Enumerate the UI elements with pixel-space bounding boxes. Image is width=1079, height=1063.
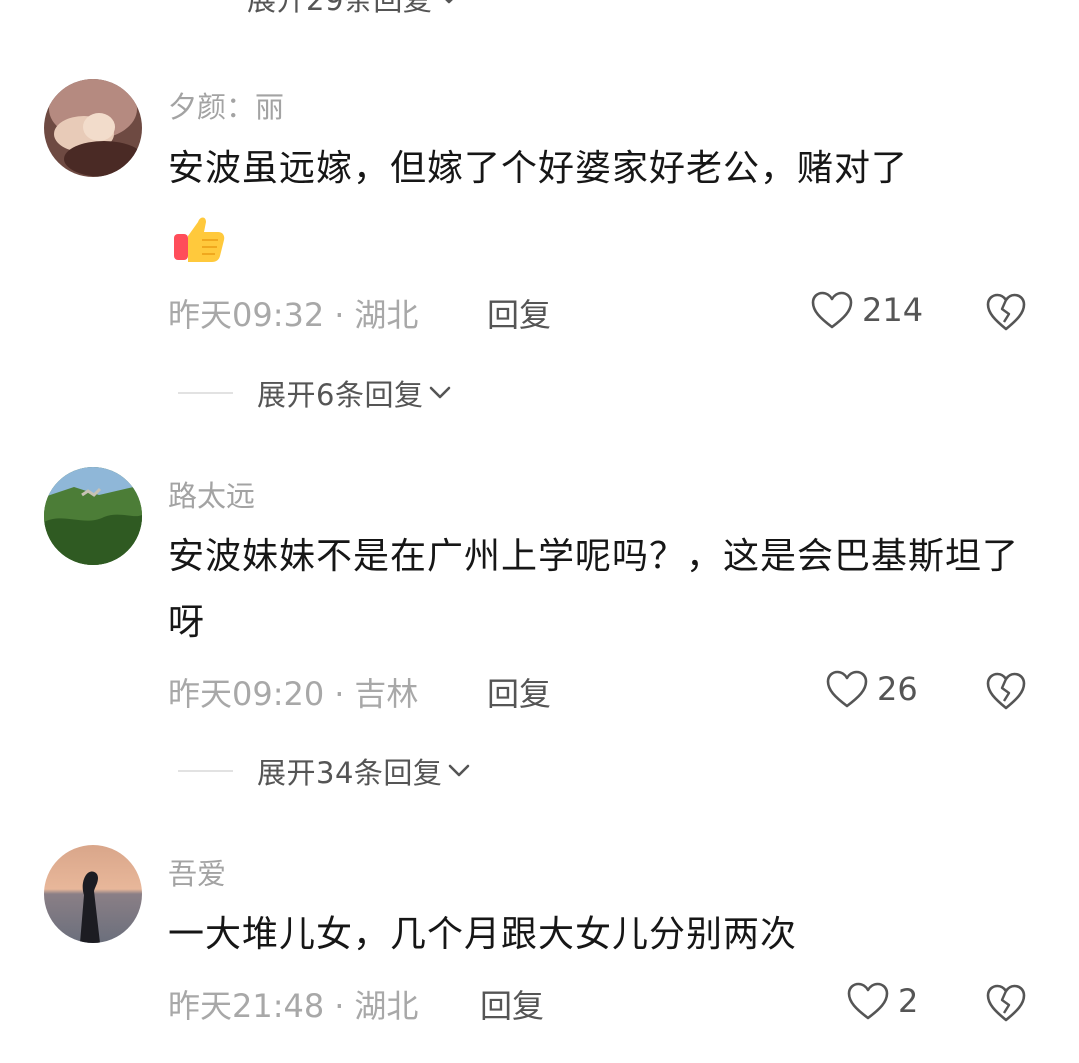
comment-username[interactable]: 夕颜：丽 [168, 84, 284, 126]
comment-meta: 昨天21:48 · 湖北 [168, 981, 418, 1027]
expand-replies-label: 展开34条回复 [257, 756, 443, 790]
comment-location: 湖北 [354, 987, 419, 1025]
comment-text: 安波妹妹不是在广州上学呢吗？，这是会巴基斯坦了呀 [168, 536, 1020, 643]
dislike-button[interactable] [985, 983, 1027, 1027]
heart-outline-icon [826, 670, 868, 708]
comment-time: 昨天09:32 [168, 296, 325, 334]
like-button[interactable]: 26 [825, 669, 918, 709]
thumbs-up-emoji-icon [172, 210, 228, 266]
dislike-button[interactable] [985, 671, 1027, 715]
comment-location: 湖北 [354, 296, 419, 334]
avatar[interactable] [44, 845, 142, 943]
like-button[interactable]: 214 [810, 290, 923, 330]
like-count: 214 [862, 291, 924, 329]
comment-meta: 昨天09:20 · 吉林 [168, 669, 418, 715]
expand-divider [178, 770, 233, 772]
comment-time: 昨天09:20 [168, 675, 325, 713]
comment-text: 一大堆儿女，几个月跟大女儿分别两次 [168, 914, 798, 955]
avatar[interactable] [44, 79, 142, 177]
separator-dot: · [334, 987, 345, 1025]
dislike-button[interactable] [985, 292, 1027, 336]
broken-heart-icon [986, 672, 1026, 710]
chevron-down-icon [445, 0, 454, 4]
expand-replies-label: 展开6条回复 [257, 378, 424, 412]
expand-divider [178, 392, 233, 394]
comment-location: 吉林 [354, 675, 419, 713]
separator-dot: · [334, 675, 345, 713]
separator-dot: · [334, 296, 345, 334]
comment-meta: 昨天09:32 · 湖北 [168, 290, 418, 336]
expand-replies-label: 展开29条回复 [247, 0, 433, 17]
like-button[interactable]: 2 [846, 981, 918, 1021]
reply-button[interactable]: 回复 [487, 290, 551, 336]
like-count: 2 [898, 982, 919, 1020]
heart-outline-icon [847, 982, 889, 1020]
comment-time: 昨天21:48 [168, 987, 325, 1025]
reply-button[interactable]: 回复 [487, 669, 551, 715]
comment-username[interactable]: 路太远 [168, 473, 255, 515]
heart-outline-icon [811, 291, 853, 329]
chevron-down-icon [430, 386, 451, 399]
like-count: 26 [877, 670, 918, 708]
broken-heart-icon [986, 293, 1026, 331]
comment-text: 安波虽远嫁，但嫁了个好婆家好老公，赌对了 [168, 148, 909, 189]
broken-heart-icon [986, 984, 1026, 1022]
comment-username[interactable]: 吾爱 [168, 851, 226, 893]
avatar[interactable] [44, 467, 142, 565]
expand-replies[interactable]: 展开34条回复 [178, 750, 470, 792]
expand-replies[interactable]: 展开6条回复 [178, 372, 451, 414]
chevron-down-icon [449, 764, 470, 777]
expand-replies-top[interactable]: 展开29条回复 [168, 0, 460, 18]
reply-button[interactable]: 回复 [480, 981, 544, 1027]
